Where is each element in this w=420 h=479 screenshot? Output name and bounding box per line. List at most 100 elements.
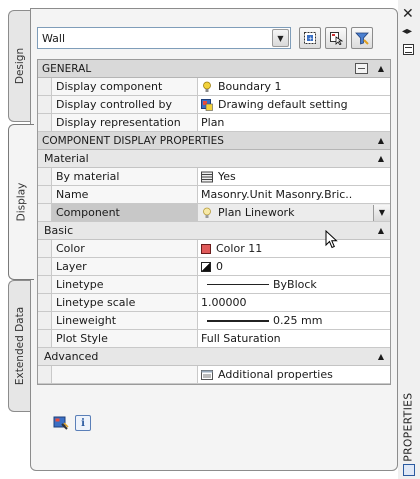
by-material-value: Yes [218, 170, 236, 183]
category-general[interactable]: GENERAL ▲ [38, 60, 390, 78]
property-row[interactable]: Lineweight 0.25 mm [38, 312, 390, 330]
close-icon[interactable]: ✕ [402, 6, 414, 22]
property-name: Color [52, 240, 198, 257]
quick-select-funnel-icon [355, 32, 369, 45]
property-name: By material [52, 168, 198, 185]
category-component-display-properties[interactable]: COMPONENT DISPLAY PROPERTIES ▲ [38, 132, 390, 150]
row-margin [38, 276, 52, 293]
row-margin [38, 240, 52, 257]
property-name: Display component [52, 78, 198, 95]
info-icon[interactable]: i [75, 415, 91, 431]
component-dropdown[interactable]: Plan Linework ▼ [198, 204, 390, 221]
chevron-down-icon[interactable]: ▼ [373, 204, 390, 221]
row-margin [38, 294, 52, 311]
property-value[interactable]: Boundary 1 [198, 78, 390, 95]
property-grid: GENERAL ▲ Display component Boundary 1 D… [37, 59, 391, 385]
tab-extended-data[interactable]: Extended Data [8, 280, 32, 412]
linetype-value: ByBlock [273, 278, 317, 291]
property-row[interactable]: Linetype ByBlock [38, 276, 390, 294]
palette-title: PROPERTIES [398, 392, 420, 462]
property-row[interactable]: Display controlled by Drawing default se… [38, 96, 390, 114]
display-manager-button[interactable] [53, 415, 69, 431]
property-row[interactable]: Plot Style Full Saturation [38, 330, 390, 348]
property-row[interactable]: Additional properties [38, 366, 390, 384]
property-value[interactable]: 0 [198, 258, 390, 275]
property-name: Linetype [52, 276, 198, 293]
toggle-pickadd-button[interactable]: + [299, 27, 321, 49]
property-name: Plot Style [52, 330, 198, 347]
collapse-icon[interactable]: ▲ [378, 226, 384, 235]
property-value[interactable]: 1.00000 [198, 294, 390, 311]
property-value[interactable]: ByBlock [198, 276, 390, 293]
worksheet-icon [201, 369, 213, 380]
row-margin [38, 258, 52, 275]
subcategory-basic-title: Basic [44, 224, 74, 237]
collapse-icon[interactable]: ▲ [378, 64, 384, 73]
select-objects-icon [330, 32, 343, 45]
category-general-title: GENERAL [42, 62, 92, 75]
property-row[interactable]: Name Masonry.Unit Masonry.Bric.. [38, 186, 390, 204]
property-value[interactable]: Color 11 [198, 240, 390, 257]
subcategory-material[interactable]: Material ▲ [38, 150, 390, 168]
display-component-value: Boundary 1 [218, 80, 282, 93]
color-swatch-icon [201, 243, 211, 254]
material-icon [201, 171, 213, 182]
row-margin [38, 312, 52, 329]
collapse-icon[interactable]: ▲ [378, 154, 384, 163]
material-name-value: Masonry.Unit Masonry.Bric.. [201, 188, 353, 201]
palette-tab-strip: Design Display Extended Data [8, 8, 34, 468]
property-row-selected[interactable]: Component Plan Linework ▼ [38, 204, 390, 222]
row-margin [38, 96, 52, 113]
row-margin [38, 186, 52, 203]
palette-title-bar: ✕ ◂▸ PROPERTIES [398, 0, 420, 479]
properties-menu-icon[interactable] [403, 44, 414, 55]
palette-settings-icon[interactable] [403, 464, 415, 476]
lineweight-icon [207, 319, 269, 322]
select-objects-button[interactable] [325, 27, 347, 49]
quick-select-button[interactable] [351, 27, 373, 49]
subcategory-advanced[interactable]: Advanced ▲ [38, 348, 390, 366]
property-value: Plan [198, 114, 390, 131]
property-name: Layer [52, 258, 198, 275]
tab-extended-data-label: Extended Data [14, 306, 27, 386]
quick-view-icon[interactable] [355, 63, 368, 74]
pickadd-icon: + [304, 32, 316, 44]
property-name: Linetype scale [52, 294, 198, 311]
plot-style-value: Full Saturation [201, 332, 281, 345]
property-value[interactable]: Masonry.Unit Masonry.Bric.. [198, 186, 390, 203]
object-type-value: Wall [42, 31, 66, 45]
property-row[interactable]: Display representation Plan [38, 114, 390, 132]
display-representation-value: Plan [201, 116, 225, 129]
property-value[interactable]: Full Saturation [198, 330, 390, 347]
drawing-default-icon [201, 98, 213, 111]
additional-properties-label: Additional properties [218, 368, 333, 381]
property-row[interactable]: By material Yes [38, 168, 390, 186]
property-value[interactable]: Yes [198, 168, 390, 185]
collapse-icon[interactable]: ▲ [378, 136, 384, 145]
property-name: Name [52, 186, 198, 203]
property-row[interactable]: Layer 0 [38, 258, 390, 276]
additional-properties-button[interactable]: Additional properties [198, 366, 390, 383]
palette-title-label: PROPERTIES [403, 392, 416, 462]
object-type-dropdown[interactable]: Wall ▼ [37, 27, 291, 49]
property-name [52, 366, 198, 383]
property-row[interactable]: Display component Boundary 1 [38, 78, 390, 96]
auto-hide-icon[interactable]: ◂▸ [402, 26, 412, 37]
subcategory-advanced-title: Advanced [44, 350, 99, 363]
property-name: Display controlled by [52, 96, 198, 113]
property-row[interactable]: Linetype scale 1.00000 [38, 294, 390, 312]
collapse-icon[interactable]: ▲ [378, 352, 384, 361]
row-margin [38, 114, 52, 131]
chevron-down-icon[interactable]: ▼ [272, 29, 289, 47]
object-type-bar: Wall ▼ + [37, 27, 391, 51]
property-name: Lineweight [52, 312, 198, 329]
property-value[interactable]: Drawing default setting [198, 96, 390, 113]
tab-design[interactable]: Design [8, 10, 32, 122]
lightbulb-icon [203, 81, 211, 92]
property-value[interactable]: 0.25 mm [198, 312, 390, 329]
lineweight-value: 0.25 mm [273, 314, 323, 327]
tab-design-label: Design [14, 47, 27, 85]
tab-display[interactable]: Display [8, 124, 34, 280]
display-tab-panel: Wall ▼ + GENERAL ▲ Display component Bou… [30, 8, 398, 471]
color-value: Color 11 [216, 242, 263, 255]
